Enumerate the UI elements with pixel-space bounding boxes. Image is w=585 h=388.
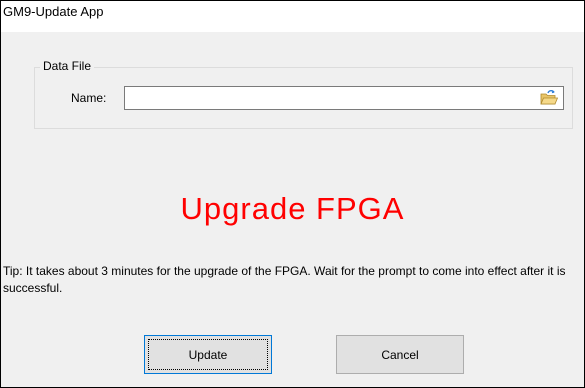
cancel-button[interactable]: Cancel [336, 335, 464, 374]
window-title: GM9-Update App [3, 4, 104, 19]
name-input[interactable] [124, 86, 564, 110]
open-folder-icon [539, 90, 559, 110]
app-window: GM9-Update App Data File Name: Upgrade F… [0, 0, 585, 388]
data-file-group-label: Data File [40, 59, 95, 73]
title-bar: GM9-Update App [1, 1, 584, 32]
name-label: Name: [71, 91, 107, 105]
upgrade-heading: Upgrade FPGA [180, 191, 405, 226]
browse-button[interactable] [539, 89, 559, 107]
update-button[interactable]: Update [144, 335, 272, 374]
tip-text: Tip: It takes about 3 minutes for the up… [3, 264, 566, 295]
